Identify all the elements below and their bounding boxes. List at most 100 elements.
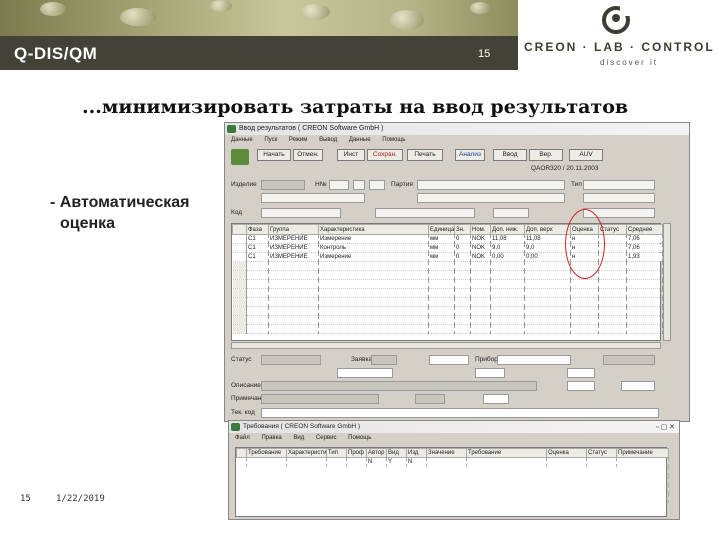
column-header[interactable]: Характеристика bbox=[286, 448, 327, 458]
input-field[interactable] bbox=[567, 368, 595, 378]
horizontal-scrollbar[interactable] bbox=[231, 342, 661, 349]
table-cell[interactable] bbox=[454, 279, 471, 289]
toolbar-button[interactable]: Сохран. bbox=[367, 149, 403, 161]
input-field[interactable] bbox=[329, 180, 349, 190]
table-cell[interactable] bbox=[570, 324, 599, 334]
table-row[interactable] bbox=[232, 288, 663, 298]
input-field[interactable] bbox=[417, 180, 565, 190]
input-field[interactable] bbox=[567, 381, 595, 391]
table-cell[interactable] bbox=[236, 457, 247, 467]
table-cell[interactable] bbox=[626, 261, 663, 271]
table-cell[interactable] bbox=[490, 261, 525, 271]
table-cell[interactable] bbox=[598, 324, 627, 334]
table-row[interactable] bbox=[232, 306, 663, 316]
table-cell[interactable] bbox=[470, 324, 491, 334]
table-cell[interactable] bbox=[268, 270, 319, 280]
table-cell[interactable] bbox=[454, 297, 471, 307]
table-cell[interactable] bbox=[524, 324, 571, 334]
toolbar-button[interactable]: Начать bbox=[257, 149, 291, 161]
input-field[interactable] bbox=[483, 394, 509, 404]
table-cell[interactable] bbox=[428, 288, 455, 298]
column-header[interactable]: Автор bbox=[366, 448, 387, 458]
table-cell[interactable] bbox=[428, 279, 455, 289]
table-cell[interactable] bbox=[268, 297, 319, 307]
table-cell[interactable] bbox=[232, 270, 247, 280]
table-row[interactable] bbox=[232, 315, 663, 325]
column-header[interactable]: Группа bbox=[268, 224, 319, 235]
table-cell[interactable] bbox=[318, 261, 429, 271]
menu-item[interactable]: Вид bbox=[293, 435, 304, 441]
table-cell[interactable] bbox=[286, 457, 327, 467]
table-cell[interactable]: 0 bbox=[454, 234, 471, 244]
input-field[interactable] bbox=[261, 180, 305, 190]
column-header[interactable]: Единица bbox=[428, 224, 455, 235]
table-cell[interactable]: 11,08 bbox=[490, 234, 525, 244]
table-cell[interactable] bbox=[470, 297, 491, 307]
table-cell[interactable] bbox=[246, 324, 269, 334]
table-cell[interactable] bbox=[318, 270, 429, 280]
table-cell[interactable]: Контроль bbox=[318, 243, 429, 253]
table-cell[interactable] bbox=[428, 306, 455, 316]
table-cell[interactable] bbox=[626, 297, 663, 307]
table-cell[interactable] bbox=[470, 315, 491, 325]
table-cell[interactable] bbox=[470, 261, 491, 271]
table-cell[interactable]: Y bbox=[386, 457, 407, 467]
table-cell[interactable] bbox=[598, 270, 627, 280]
table-cell[interactable] bbox=[268, 315, 319, 325]
table-cell[interactable] bbox=[454, 288, 471, 298]
table-row[interactable] bbox=[232, 270, 663, 280]
table-row[interactable]: NYN bbox=[236, 457, 669, 467]
input-field[interactable] bbox=[261, 408, 659, 418]
table-cell[interactable] bbox=[626, 315, 663, 325]
table-cell[interactable] bbox=[232, 306, 247, 316]
table-cell[interactable] bbox=[524, 279, 571, 289]
table-cell[interactable] bbox=[470, 306, 491, 316]
table-cell[interactable] bbox=[626, 306, 663, 316]
menu-item[interactable]: Правка bbox=[261, 435, 281, 441]
table-cell[interactable]: 0,00 bbox=[490, 252, 525, 262]
table-cell[interactable] bbox=[586, 457, 617, 467]
table-cell[interactable]: 7,06 bbox=[626, 243, 663, 253]
input-field[interactable] bbox=[583, 180, 655, 190]
table-cell[interactable] bbox=[570, 288, 599, 298]
table-cell[interactable] bbox=[616, 457, 669, 467]
input-field[interactable] bbox=[493, 208, 529, 218]
table-cell[interactable] bbox=[570, 279, 599, 289]
table-cell[interactable] bbox=[318, 279, 429, 289]
table-cell[interactable] bbox=[490, 306, 525, 316]
column-header[interactable] bbox=[236, 448, 247, 458]
column-header[interactable]: Вид bbox=[386, 448, 407, 458]
table-cell[interactable] bbox=[246, 315, 269, 325]
input-field[interactable] bbox=[415, 394, 445, 404]
table-cell[interactable]: 0 bbox=[454, 252, 471, 262]
table-cell[interactable] bbox=[490, 288, 525, 298]
input-field[interactable] bbox=[261, 381, 537, 391]
table-cell[interactable] bbox=[326, 457, 347, 467]
table-cell[interactable]: ИЗМЕРЕНИЕ bbox=[268, 252, 319, 262]
menu-item[interactable]: Вывод bbox=[319, 137, 337, 143]
table-cell[interactable] bbox=[232, 252, 247, 262]
table-cell[interactable] bbox=[454, 270, 471, 280]
table-cell[interactable]: N bbox=[366, 457, 387, 467]
table-cell[interactable] bbox=[470, 270, 491, 280]
table-cell[interactable] bbox=[318, 288, 429, 298]
table-cell[interactable]: N bbox=[406, 457, 427, 467]
child-titlebar[interactable]: Требования ( CREON Software GmbH ) ▫ ▢ ✕ bbox=[229, 421, 679, 433]
input-field[interactable] bbox=[375, 208, 475, 218]
table-cell[interactable] bbox=[346, 457, 367, 467]
toolbar-button[interactable]: Анализ bbox=[455, 149, 485, 161]
table-cell[interactable] bbox=[232, 324, 247, 334]
toolbar-button[interactable]: Инст bbox=[337, 149, 365, 161]
input-field[interactable] bbox=[583, 193, 655, 203]
input-field[interactable] bbox=[261, 193, 365, 203]
column-header[interactable]: Доп. верх bbox=[524, 224, 571, 235]
table-cell[interactable]: 1,93 bbox=[626, 252, 663, 262]
input-field[interactable] bbox=[353, 180, 365, 190]
menu-item[interactable]: Данные bbox=[231, 137, 253, 143]
table-cell[interactable] bbox=[524, 270, 571, 280]
column-header[interactable]: Среднее bbox=[626, 224, 663, 235]
column-header[interactable]: Статус bbox=[586, 448, 617, 458]
menu-item[interactable]: Файл bbox=[235, 435, 250, 441]
table-cell[interactable] bbox=[570, 315, 599, 325]
window-titlebar[interactable]: Ввод результатов ( CREON Software GmbH ) bbox=[225, 123, 689, 135]
